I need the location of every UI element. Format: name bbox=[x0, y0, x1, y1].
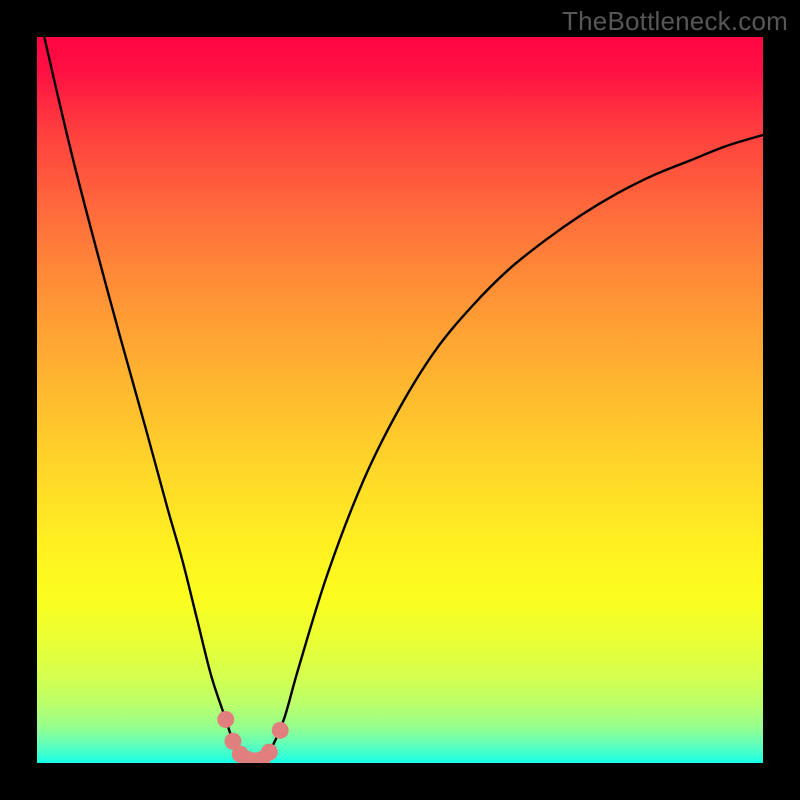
curve-marker bbox=[261, 744, 278, 761]
curve-layer bbox=[37, 37, 763, 763]
watermark-text: TheBottleneck.com bbox=[562, 6, 788, 37]
curve-marker bbox=[217, 711, 234, 728]
chart-frame: TheBottleneck.com bbox=[0, 0, 800, 800]
curve-marker bbox=[272, 722, 289, 739]
plot-area bbox=[37, 37, 763, 763]
bottleneck-curve bbox=[44, 37, 763, 761]
